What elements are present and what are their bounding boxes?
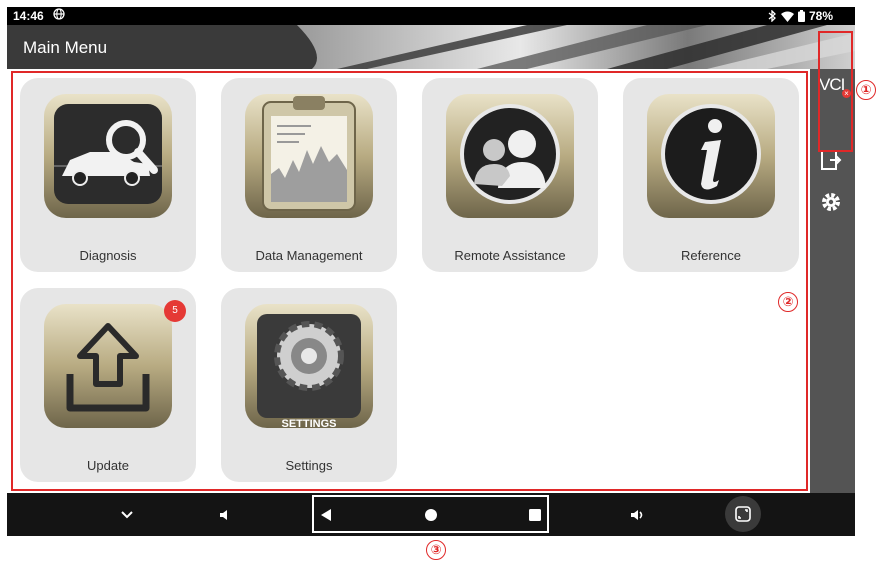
wifi-icon (780, 11, 794, 22)
header-decoration (7, 25, 855, 69)
page-title: Main Menu (23, 38, 108, 57)
status-right: 78% (768, 9, 833, 23)
annotation-box-3 (312, 495, 549, 533)
chevron-down-icon[interactable] (113, 501, 141, 529)
bluetooth-icon (768, 10, 776, 22)
battery-percent: 78% (808, 9, 833, 23)
annotation-marker-1: ① (856, 80, 876, 100)
status-bar: 14:46 78% (7, 7, 855, 25)
annotation-box-1 (818, 31, 853, 152)
status-time: 14:46 (13, 9, 44, 23)
app-header: Main Menu (7, 25, 855, 69)
volume-up-icon[interactable] (624, 501, 652, 529)
annotation-box-2 (11, 71, 808, 491)
annotation-marker-2: ② (778, 292, 798, 312)
exit-icon[interactable] (820, 149, 842, 171)
vpn-icon (53, 8, 65, 20)
gear-icon[interactable] (820, 191, 842, 213)
screenshot-icon[interactable] (725, 496, 761, 532)
volume-down-icon[interactable] (211, 501, 239, 529)
battery-icon (797, 10, 805, 22)
annotation-marker-3: ③ (426, 540, 446, 560)
